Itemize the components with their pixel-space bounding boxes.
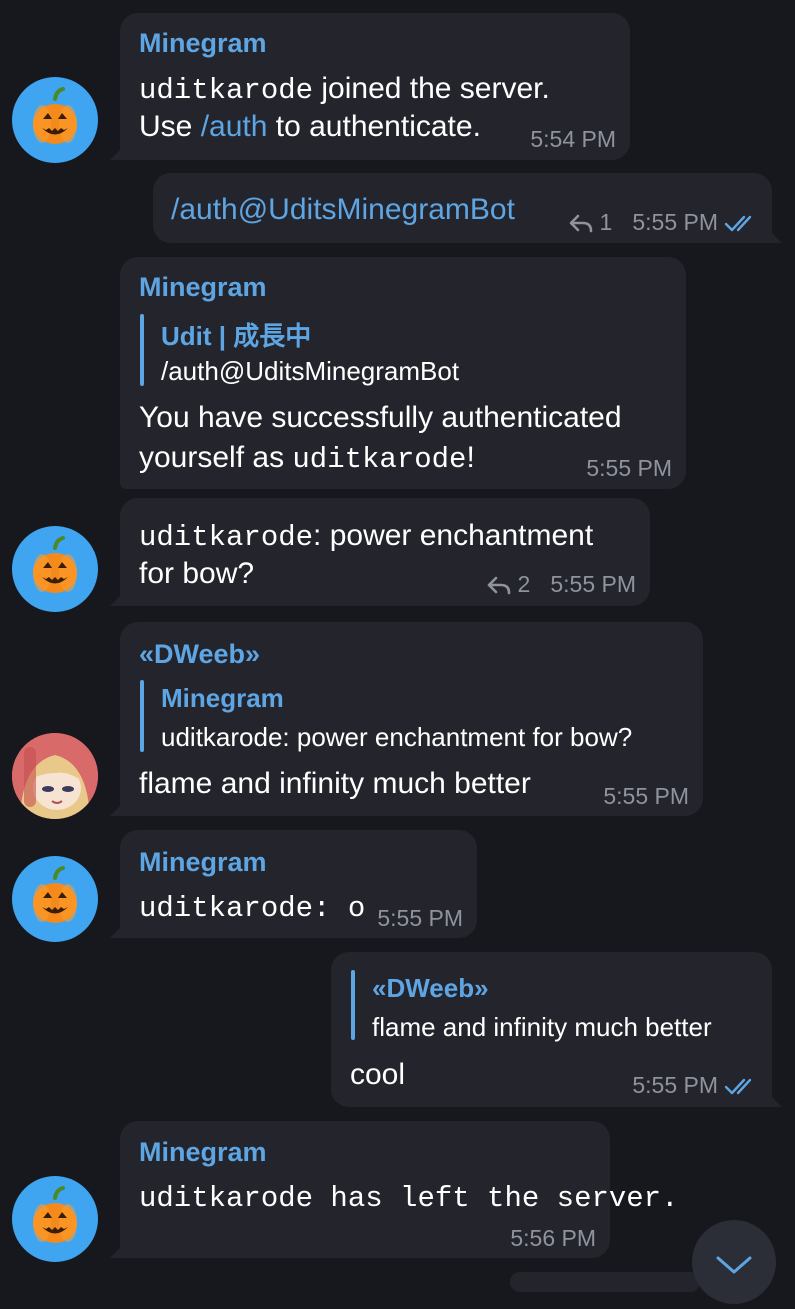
reply-quote-text[interactable]: uditkarode: power enchantment for bow? <box>161 722 632 753</box>
scroll-down-button[interactable] <box>692 1220 776 1304</box>
partial-message-bubble <box>510 1272 700 1292</box>
reply-quote-name[interactable]: Minegram <box>161 683 284 714</box>
double-check-icon <box>724 1076 758 1096</box>
sender-name[interactable]: Minegram <box>139 28 267 59</box>
message-bubble[interactable]: /auth@UditsMinegramBot 1 5:55 PM <box>153 173 782 243</box>
reply-quote-text[interactable]: /auth@UditsMinegramBot <box>161 356 459 387</box>
pumpkin-icon[interactable] <box>12 856 98 942</box>
message-text: You have successfully authenticated <box>139 401 622 434</box>
reply-quote-name[interactable]: «DWeeb» <box>372 973 489 1004</box>
message-text: yourself as uditkarode! <box>139 439 475 479</box>
message-time: 5:55 PM <box>377 905 463 931</box>
message-bubble[interactable]: uditkarode: power enchantment for bow? 2… <box>110 498 650 606</box>
message-text: for bow? <box>139 557 255 590</box>
message-bubble[interactable]: Minegram Udit | 成長中 /auth@UditsMinegramB… <box>120 257 686 489</box>
message-text: uditkarode joined the server. <box>139 70 550 110</box>
anime-avatar-icon[interactable] <box>12 733 98 819</box>
reply-quote-name[interactable]: Udit | 成長中 <box>161 316 311 353</box>
message-meta: 2 5:55 PM <box>486 571 636 598</box>
message-time: 5:54 PM <box>530 126 616 152</box>
message-text-pre: yourself as <box>139 441 293 474</box>
sender-name[interactable]: Minegram <box>139 847 267 878</box>
message-time: 5:55 PM <box>632 209 718 235</box>
chat-history[interactable]: Minegram uditkarode joined the server. U… <box>0 0 795 1304</box>
message-text-post: ! <box>466 441 475 474</box>
username: uditkarode <box>292 443 467 476</box>
message-text: uditkarode has left the server. <box>139 1178 679 1218</box>
reply-quote-bar <box>351 970 355 1040</box>
message-time: 5:55 PM <box>586 455 672 481</box>
message-text: Use /auth to authenticate. <box>139 108 481 146</box>
reply-count[interactable]: 1 <box>600 209 613 236</box>
double-check-icon <box>724 213 758 233</box>
reply-icon[interactable] <box>486 575 512 595</box>
username: uditkarode <box>139 892 314 925</box>
username: uditkarode <box>139 1182 314 1215</box>
message-text: uditkarode: power enchantment <box>139 517 593 557</box>
sender-name[interactable]: Minegram <box>139 1137 267 1168</box>
chevron-down-icon <box>716 1256 752 1274</box>
username: uditkarode <box>139 521 314 554</box>
command-link[interactable]: /auth <box>201 110 268 143</box>
message-bubble[interactable]: «DWeeb» Minegram uditkarode: power encha… <box>110 622 703 816</box>
reply-quote-bar <box>140 680 144 752</box>
username: uditkarode <box>139 74 314 107</box>
message-bubble[interactable]: «DWeeb» flame and infinity much better c… <box>331 952 782 1107</box>
pumpkin-icon[interactable] <box>12 1176 98 1262</box>
sender-name[interactable]: «DWeeb» <box>139 639 260 670</box>
message-time: 5:55 PM <box>632 1072 718 1098</box>
reply-count[interactable]: 2 <box>518 571 531 598</box>
reply-icon[interactable] <box>568 213 594 233</box>
message-time: 5:55 PM <box>603 783 689 809</box>
message-meta: 1 5:55 PM <box>568 209 758 236</box>
message-text-pre: Use <box>139 110 201 143</box>
message-text: flame and infinity much better <box>139 767 531 800</box>
message-bubble[interactable]: Minegram uditkarode: o 5:55 PM <box>110 830 477 938</box>
message-text-rest: joined the server. <box>313 72 550 105</box>
message-bubble[interactable]: Minegram uditkarode joined the server. U… <box>110 13 630 160</box>
message-text-rest: : o <box>313 892 366 925</box>
command-link[interactable]: /auth@UditsMinegramBot <box>171 191 515 229</box>
pumpkin-icon[interactable] <box>12 526 98 612</box>
message-text-post: to authenticate. <box>267 110 481 143</box>
message-text: cool <box>350 1058 406 1091</box>
sender-name[interactable]: Minegram <box>139 272 267 303</box>
message-time: 5:55 PM <box>550 571 636 597</box>
message-time: 5:56 PM <box>510 1225 596 1251</box>
message-bubble[interactable]: Minegram uditkarode has left the server.… <box>110 1121 679 1258</box>
message-text-rest: : power enchantment <box>313 519 594 552</box>
message-meta: 5:55 PM <box>632 1072 758 1099</box>
pumpkin-icon[interactable] <box>12 77 98 163</box>
reply-quote-text[interactable]: flame and infinity much better <box>372 1012 712 1043</box>
message-text: uditkarode: o <box>139 888 365 928</box>
message-text-rest: has left the server. <box>313 1182 679 1215</box>
reply-quote-bar <box>140 314 144 386</box>
